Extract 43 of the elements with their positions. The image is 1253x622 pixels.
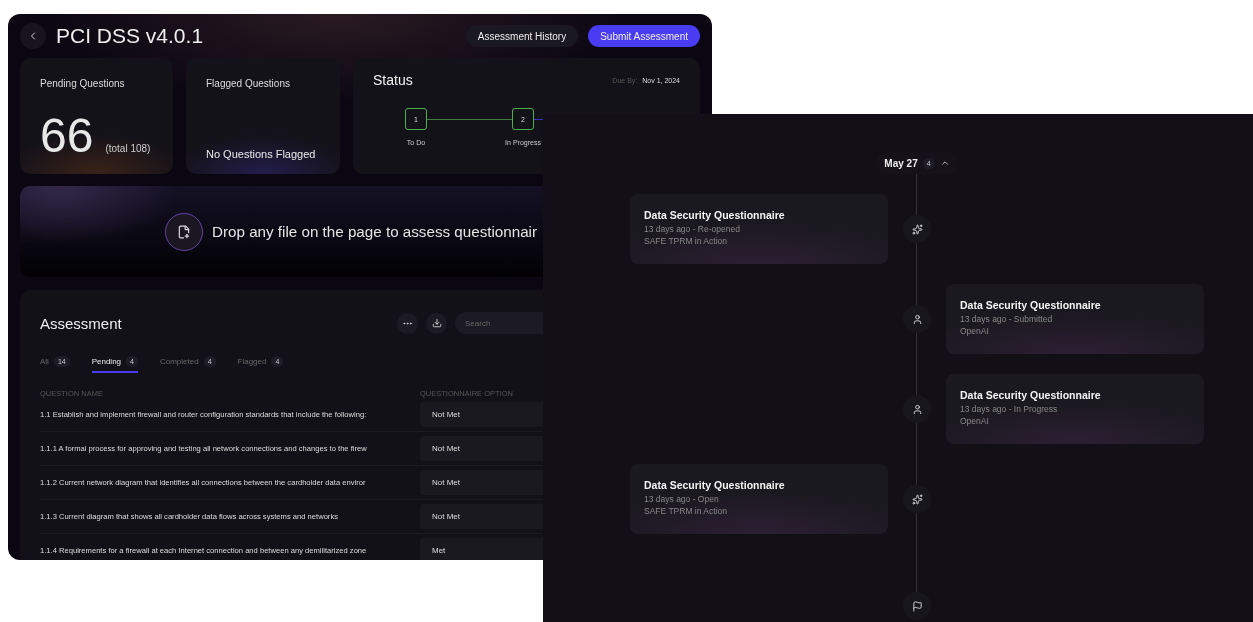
collapse-toggle[interactable] — [939, 158, 950, 168]
drop-zone[interactable]: Drop any file on the page to assess questionnair — [20, 186, 543, 277]
option-select[interactable]: Not Met — [420, 436, 543, 461]
event-title: Data Security Questionnaire — [960, 389, 1102, 401]
user-icon — [903, 395, 931, 423]
event-title: Data Security Questionnaire — [960, 299, 1102, 311]
search-field[interactable]: Search — [455, 312, 543, 334]
stat-value: 66 — [40, 112, 94, 160]
history-button[interactable]: Assessment History — [465, 25, 579, 47]
event-actor: SAFE TPRM in Action — [644, 236, 728, 246]
event-meta: 13 days ago - In Progress — [960, 404, 1059, 414]
stat-total: (total 108) — [105, 143, 151, 154]
sparkle-icon — [903, 215, 931, 243]
panel-title: Assessment — [40, 314, 123, 332]
submit-button[interactable]: Submit Assessment — [588, 25, 700, 47]
event-meta: 13 days ago - Re-opened — [644, 224, 741, 234]
option-select[interactable]: Not Met — [420, 402, 543, 427]
download-button[interactable] — [426, 312, 447, 334]
page-title: PCI DSS v4.0.1 — [56, 24, 205, 48]
download-icon — [431, 318, 442, 328]
option-select[interactable]: Not Met — [420, 504, 543, 529]
status-title: Status — [373, 72, 413, 88]
event-actor: OpenAI — [960, 416, 990, 426]
event-meta: 13 days ago - Open — [644, 494, 720, 504]
option-select[interactable]: Met — [420, 538, 543, 560]
event-card[interactable]: Data Security Questionnaire 13 days ago - In Progress OpenAI — [946, 374, 1204, 444]
date-label: May 27 — [884, 157, 918, 169]
event-actor: OpenAI — [960, 326, 990, 336]
stat-label: Pending Questions — [40, 78, 126, 89]
stat-message: No Questions Flagged — [206, 148, 317, 160]
event-actor: SAFE TPRM in Action — [644, 506, 728, 516]
user-icon — [903, 305, 931, 333]
file-plus-icon — [165, 212, 203, 251]
drop-text: Drop any file on the page to assess questionnair — [212, 223, 538, 240]
stat-label: Flagged Questions — [206, 78, 291, 89]
event-card[interactable]: Data Security Questionnaire 13 days ago - Submitted OpenAI — [946, 284, 1204, 354]
option-select[interactable]: Not Met — [420, 470, 543, 495]
event-title: Data Security Questionnaire — [644, 479, 786, 491]
sparkle-icon — [903, 485, 931, 513]
event-card[interactable]: Data Security Questionnaire 13 days ago - Open SAFE TPRM in Action — [630, 464, 888, 534]
event-meta: 13 days ago - Submitted — [960, 314, 1054, 324]
event-card[interactable]: Data Security Questionnaire 13 days ago - Re-opened SAFE TPRM in Action — [630, 194, 888, 264]
event-title: Data Security Questionnaire — [644, 209, 786, 221]
